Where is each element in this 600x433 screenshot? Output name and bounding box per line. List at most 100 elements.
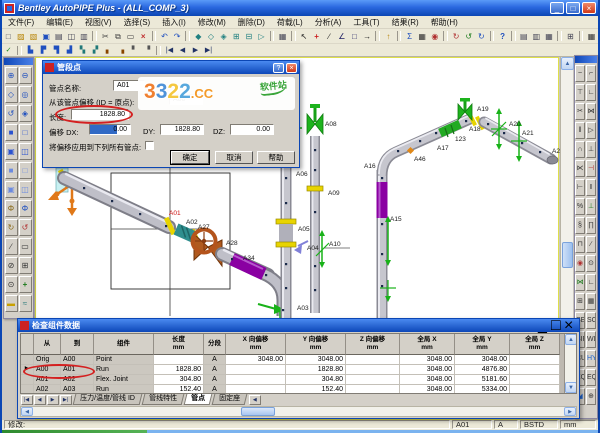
grid-tab[interactable]: 管点 — [183, 394, 212, 405]
grid-cell[interactable]: ▶ — [21, 365, 34, 375]
grid-tab[interactable]: 压力/温度/管线 ID — [73, 394, 143, 405]
grid-cell[interactable] — [226, 375, 286, 385]
toolbar-button[interactable] — [375, 31, 380, 41]
dz-field[interactable]: 0.00 — [230, 124, 274, 135]
toolbar-button[interactable]: ↷ — [171, 30, 183, 43]
close-icon[interactable]: × — [564, 317, 577, 335]
toolbar-button[interactable]: ∠ — [336, 30, 348, 43]
toolbar-button[interactable]: |◀ — [164, 45, 176, 56]
tab-scroll-button[interactable]: ◀ — [249, 395, 261, 405]
grid-header-cell[interactable]: 组件 — [94, 334, 154, 355]
toolbar-button[interactable]: ↺ — [463, 30, 475, 43]
palette-button[interactable]: ∕ — [5, 238, 18, 255]
toolbar-button[interactable]: ⊟ — [243, 30, 255, 43]
grid-cell[interactable]: A — [204, 365, 226, 375]
grid-cell[interactable]: A01 — [34, 375, 61, 385]
toolbar-button[interactable] — [270, 31, 275, 41]
toolbar-button[interactable]: + — [311, 30, 323, 43]
grid-cell[interactable]: A00 — [34, 365, 61, 375]
close-icon[interactable]: × — [286, 63, 297, 73]
grid-horizontal-scrollbar[interactable]: ◀ ▶ — [20, 406, 577, 417]
palette-button[interactable]: ◎ — [19, 86, 32, 103]
grid-cell[interactable]: A03 — [61, 385, 94, 394]
toolbar-button[interactable]: ▤ — [518, 30, 530, 43]
toolbar-button[interactable]: ◆ — [193, 30, 205, 43]
toolbar-button[interactable]: ▭ — [125, 30, 137, 43]
tab-nav-button[interactable]: ▶ — [47, 395, 59, 405]
component-button[interactable]: ⊣ — [586, 160, 596, 177]
toolbar-button[interactable] — [443, 31, 448, 41]
toolbar-button[interactable] — [92, 31, 97, 41]
help-icon[interactable]: ? — [273, 63, 284, 73]
palette-button[interactable]: ◫ — [19, 143, 32, 160]
palette-button[interactable]: ◇ — [5, 86, 18, 103]
toolbar-button[interactable]: ▦ — [277, 30, 289, 43]
pipe-center-vertical[interactable] — [379, 170, 382, 320]
component-button[interactable]: I — [586, 179, 596, 196]
grid-header-cell[interactable]: Z 向偏移mm — [346, 334, 400, 355]
toolbar-button[interactable]: ▦ — [416, 30, 428, 43]
toolbar-button[interactable]: ▟ — [64, 45, 76, 56]
palette-button[interactable]: ◈ — [19, 105, 32, 122]
grid-tab[interactable]: 管线特性 — [141, 394, 184, 405]
grid-tab[interactable]: 固定座 — [211, 394, 247, 405]
palette-button[interactable]: □ — [19, 124, 32, 141]
toolbar-button[interactable] — [17, 46, 22, 55]
palette-button[interactable]: ■ — [5, 124, 18, 141]
tab-nav-button[interactable]: |◀ — [21, 395, 33, 405]
grid-cell[interactable] — [21, 385, 34, 394]
grid-header-cell[interactable]: 从 — [34, 334, 61, 355]
palette-button[interactable]: ▬ — [5, 295, 18, 312]
component-button[interactable]: SOIL — [586, 312, 596, 329]
restore-button[interactable]: □ — [566, 2, 580, 14]
toolbar-button[interactable]: ▖ — [103, 45, 115, 56]
grid-cell[interactable]: 3048.00 — [400, 355, 455, 365]
palette-button[interactable]: ▣ — [5, 181, 18, 198]
grid-cell[interactable] — [510, 365, 560, 375]
grid-cell[interactable]: A02 — [34, 385, 61, 394]
grid-cell[interactable] — [346, 385, 400, 394]
component-button[interactable]: ⊤ — [575, 84, 585, 101]
menu-item[interactable]: 插入(I) — [156, 16, 192, 28]
grid-cell[interactable] — [346, 375, 400, 385]
component-button[interactable]: ~ — [575, 65, 585, 82]
grid-cell[interactable]: 3048.00 — [226, 355, 286, 365]
toolbar-button[interactable]: ◀ — [177, 45, 189, 56]
grid-cell[interactable]: Flex. Joint — [94, 375, 154, 385]
toolbar-button[interactable]: ▦ — [543, 30, 555, 43]
grid-cell[interactable]: 5334.00 — [455, 385, 510, 394]
toolbar-button[interactable] — [291, 31, 296, 41]
toolbar-button[interactable] — [156, 46, 161, 55]
grid-cell[interactable]: 3048.00 — [286, 355, 346, 365]
palette-button[interactable]: ▭ — [19, 238, 32, 255]
grid-cell[interactable]: Run — [94, 365, 154, 375]
component-button[interactable]: ⋈ — [586, 103, 596, 120]
component-button[interactable]: ∏ — [586, 217, 596, 234]
component-button[interactable]: ✂ — [575, 103, 585, 120]
dialog-title-bar[interactable]: 管段点 ? × — [43, 61, 299, 74]
grid-cell[interactable]: A01 — [61, 365, 94, 375]
menu-item[interactable]: 工具(T) — [347, 16, 385, 28]
component-button[interactable]: ⊓ — [575, 236, 585, 253]
toolbar-button[interactable]: ▶| — [203, 45, 215, 56]
grid-title-bar[interactable]: 检查组件数据 _ □ × — [18, 319, 579, 332]
component-button[interactable]: ⊢ — [575, 179, 585, 196]
toolbar-button[interactable]: □ — [3, 30, 15, 43]
grid-cell[interactable]: 3048.00 — [455, 355, 510, 365]
toolbar-button[interactable]: ∕ — [323, 30, 335, 43]
palette-title-bar[interactable] — [575, 56, 597, 63]
toolbar-button[interactable]: ▘ — [129, 45, 141, 56]
toolbar-button[interactable]: ◇ — [205, 30, 217, 43]
toolbar-button[interactable]: ⧉ — [112, 30, 124, 43]
toolbar-button[interactable] — [579, 31, 584, 41]
toolbar-button[interactable]: ▨ — [15, 30, 27, 43]
toolbar-button[interactable]: ↖ — [298, 30, 310, 43]
grid-header-cell[interactable]: 全局 Zmm — [510, 334, 560, 355]
menu-item[interactable]: 荷载(L) — [271, 16, 309, 28]
palette-button[interactable]: ⊕ — [5, 67, 18, 84]
toolbar-button[interactable]: ▶ — [190, 45, 202, 56]
toolbar-button[interactable]: → — [361, 30, 373, 43]
scroll-down-icon[interactable]: ▼ — [565, 382, 577, 393]
grid-cell[interactable] — [510, 385, 560, 394]
grid-cell[interactable]: 4876.80 — [455, 365, 510, 375]
